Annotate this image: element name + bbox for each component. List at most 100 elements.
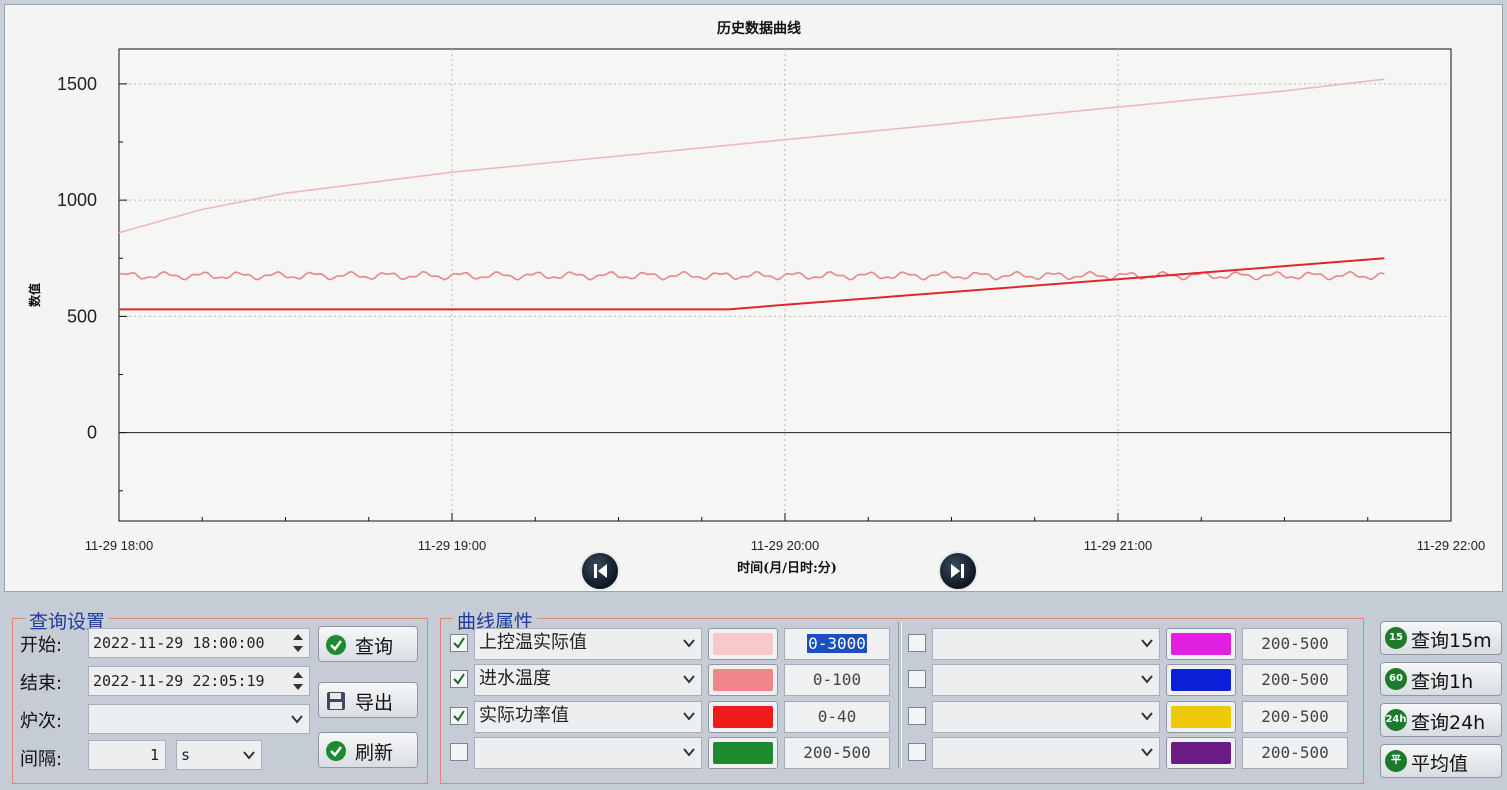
interval-input[interactable]: 1 — [88, 740, 166, 770]
query-1h-button[interactable]: 60 查询1h — [1380, 662, 1502, 696]
chevron-down-icon — [683, 675, 695, 684]
curve-left-1-color-button[interactable] — [708, 664, 778, 696]
curve-left-2-checkbox[interactable] — [450, 707, 468, 725]
curve-left-2-color-button[interactable] — [708, 701, 778, 733]
curve-right-3-select[interactable] — [932, 737, 1160, 769]
curve-left-0-range-input[interactable]: 0-3000 — [784, 628, 890, 660]
end-time-field[interactable]: 2022-11-29 22:05:19 — [88, 666, 310, 696]
curve-right-2-checkbox[interactable] — [908, 707, 926, 725]
y-tick-label: 1500 — [57, 74, 97, 94]
interval-unit-select[interactable]: s — [176, 740, 262, 770]
clock-60-icon: 60 — [1385, 668, 1407, 690]
chevron-down-icon — [1141, 639, 1153, 648]
x-tick-label: 11-29 19:00 — [418, 538, 486, 553]
average-label: 平均值 — [1411, 753, 1469, 775]
end-label: 结束: — [20, 673, 63, 694]
y-tick-label: 1000 — [57, 190, 97, 210]
curve-right-2-select[interactable] — [932, 701, 1160, 733]
curve-name: 上控温实际值 — [479, 632, 587, 653]
furnace-select[interactable] — [88, 704, 310, 734]
check-circle-icon — [326, 741, 346, 761]
color-swatch — [713, 669, 773, 691]
chevron-down-icon — [683, 639, 695, 648]
history-chart: 历史数据曲线 数值 时间(月/日时:分) 1500 1000 500 0 11-29 1… — [27, 20, 1485, 576]
clock-24h-icon: 24h — [1385, 709, 1407, 731]
average-button[interactable]: 平 平均值 — [1380, 744, 1502, 778]
curve-left-3-color-button[interactable] — [708, 737, 778, 769]
range-value: 200-500 — [1261, 670, 1329, 689]
start-time-value: 2022-11-29 18:00:00 — [93, 634, 265, 652]
curve-right-1-select[interactable] — [932, 664, 1160, 696]
curve-right-2-color-button[interactable] — [1166, 701, 1236, 733]
curve-left-2-select[interactable]: 实际功率值 — [474, 701, 702, 733]
curve-name: 实际功率值 — [479, 705, 569, 726]
chart-panel: 历史数据曲线 数值 时间(月/日时:分) 1500 1000 500 0 11-29 1… — [4, 4, 1503, 592]
refresh-button[interactable]: 刷新 — [318, 732, 418, 768]
range-value: 200-500 — [803, 743, 871, 762]
curve-right-1-color-button[interactable] — [1166, 664, 1236, 696]
interval-unit-value: s — [181, 746, 191, 764]
chevron-down-icon — [1141, 712, 1153, 721]
query-15m-button[interactable]: 15 查询15m — [1380, 621, 1502, 655]
curve-left-0-select[interactable]: 上控温实际值 — [474, 628, 702, 660]
rewind-icon — [594, 564, 607, 578]
checkmark-icon — [453, 710, 465, 722]
color-swatch — [1171, 669, 1231, 691]
curve-left-2-range-input[interactable]: 0-40 — [784, 701, 890, 733]
range-value: 0-100 — [812, 670, 862, 689]
query-button[interactable]: 查询 — [318, 626, 418, 662]
curve-left-1-range-input[interactable]: 0-100 — [784, 664, 890, 696]
curve-left-0-checkbox[interactable] — [450, 634, 468, 652]
chevron-down-icon — [243, 751, 255, 760]
color-swatch — [1171, 633, 1231, 655]
curve-right-0-checkbox[interactable] — [908, 634, 926, 652]
clock-15-icon: 15 — [1385, 627, 1407, 649]
color-swatch — [1171, 706, 1231, 728]
export-button-label: 导出 — [355, 692, 394, 714]
curve-right-1-range-input[interactable]: 200-500 — [1242, 664, 1348, 696]
y-axis-label: 数值 — [27, 283, 42, 307]
chevron-down-icon — [291, 715, 303, 724]
spinner-icon[interactable] — [289, 669, 307, 693]
y-tick-label: 0 — [87, 423, 97, 443]
curve-left-1-checkbox[interactable] — [450, 670, 468, 688]
curve-right-2-range-input[interactable]: 200-500 — [1242, 701, 1348, 733]
curve-left-0-color-button[interactable] — [708, 628, 778, 660]
curve-left-3-select[interactable] — [474, 737, 702, 769]
save-icon — [327, 692, 345, 710]
refresh-button-label: 刷新 — [355, 742, 394, 764]
previous-page-button[interactable] — [580, 551, 620, 591]
curve-left-3-range-input[interactable]: 200-500 — [784, 737, 890, 769]
curve-name: 进水温度 — [479, 668, 551, 689]
export-button[interactable]: 导出 — [318, 682, 418, 718]
x-tick-label: 11-29 21:00 — [1084, 538, 1152, 553]
curve-right-0-range-input[interactable]: 200-500 — [1242, 628, 1348, 660]
x-tick-label: 11-29 22:00 — [1417, 538, 1485, 553]
query-button-label: 查询 — [355, 636, 394, 658]
spinner-icon[interactable] — [289, 631, 307, 655]
y-tick-label: 500 — [67, 306, 97, 326]
query-24h-button[interactable]: 24h 查询24h — [1380, 703, 1502, 737]
column-divider — [898, 622, 902, 768]
curve-right-3-color-button[interactable] — [1166, 737, 1236, 769]
range-value: 200-500 — [1261, 634, 1329, 653]
curve-right-1-checkbox[interactable] — [908, 670, 926, 688]
query-1h-label: 查询1h — [1411, 671, 1474, 693]
color-swatch — [713, 633, 773, 655]
start-time-field[interactable]: 2022-11-29 18:00:00 — [88, 628, 310, 658]
color-swatch — [713, 706, 773, 728]
range-value: 200-500 — [1261, 743, 1329, 762]
furnace-label: 炉次: — [20, 711, 63, 732]
curve-left-1-select[interactable]: 进水温度 — [474, 664, 702, 696]
x-axis-label: 时间(月/日时:分) — [737, 560, 837, 576]
curve-right-0-select[interactable] — [932, 628, 1160, 660]
average-icon: 平 — [1385, 750, 1407, 772]
curve-right-0-color-button[interactable] — [1166, 628, 1236, 660]
curve-right-3-range-input[interactable]: 200-500 — [1242, 737, 1348, 769]
curve-right-3-checkbox[interactable] — [908, 743, 926, 761]
chevron-down-icon — [683, 712, 695, 721]
curve-left-3-checkbox[interactable] — [450, 743, 468, 761]
range-value: 0-40 — [817, 707, 857, 726]
next-page-button[interactable] — [938, 551, 978, 591]
chevron-down-icon — [683, 748, 695, 757]
